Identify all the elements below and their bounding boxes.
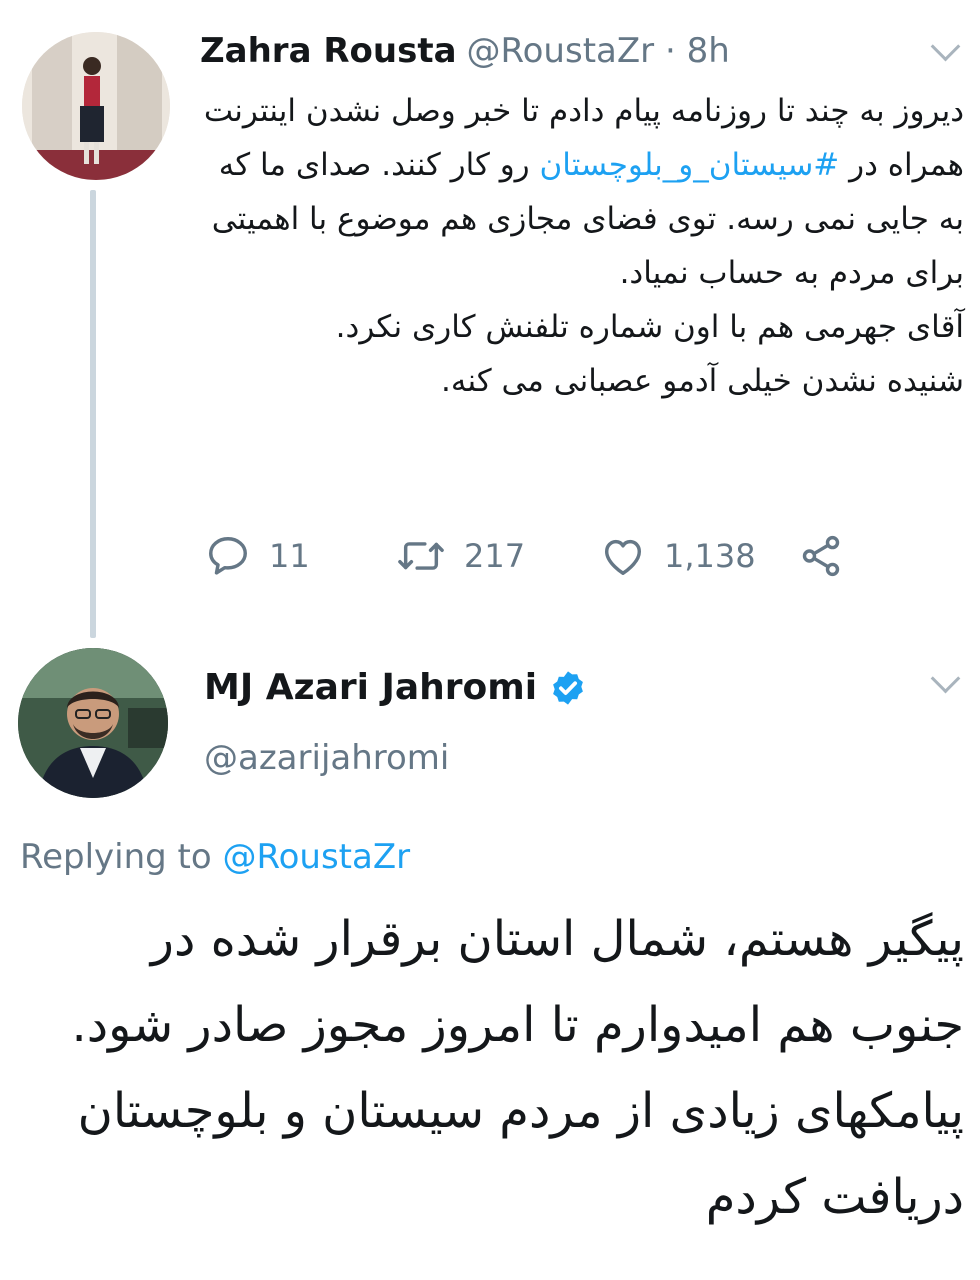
- tweet-header: MJ Azari Jahromi: [204, 660, 587, 716]
- avatar[interactable]: [22, 32, 170, 180]
- chevron-down-icon[interactable]: [930, 31, 961, 62]
- reply-icon: [209, 537, 247, 575]
- retweet-count: 217: [464, 537, 526, 575]
- author-handle[interactable]: @azarijahromi: [204, 732, 449, 784]
- avatar[interactable]: [18, 648, 168, 798]
- heart-icon: [604, 539, 642, 575]
- retweet-icon: [398, 542, 444, 570]
- tweet-paragraph: شنیده نشدن خیلی آدمو عصبانی می کنه.: [441, 363, 964, 399]
- chevron-down-icon[interactable]: [930, 663, 961, 694]
- reply-button[interactable]: 11: [205, 528, 310, 584]
- hashtag-link[interactable]: #سیستان_و_بلوچستان: [539, 147, 839, 183]
- share-icon: [802, 535, 840, 577]
- tweet-paragraph: دیروز به چند تا روزنامه پیام دادم تا خبر…: [196, 84, 964, 300]
- avatar-photo: [18, 648, 168, 798]
- tweet-header: Zahra Rousta @RoustaZr · 8h: [200, 26, 730, 76]
- like-button[interactable]: 1,138: [600, 528, 756, 584]
- tweet-paragraph: آقای جهرمی هم با اون شماره تلفنش کاری نک…: [335, 309, 964, 345]
- author-name[interactable]: Zahra Rousta: [200, 31, 457, 71]
- thread-line: [90, 190, 96, 638]
- retweet-button[interactable]: 217: [396, 528, 525, 584]
- replying-prefix: Replying to: [20, 837, 223, 877]
- tweet-text: پیگیر هستم، شمال استان برقرار شده در جنو…: [71, 911, 964, 1225]
- avatar-photo: [22, 32, 170, 180]
- reply-count: 11: [269, 537, 310, 575]
- replying-handle-link[interactable]: @RoustaZr: [223, 837, 411, 877]
- replying-to: Replying to @RoustaZr: [20, 832, 410, 882]
- like-count: 1,138: [664, 537, 756, 575]
- author-handle[interactable]: @RoustaZr: [467, 31, 655, 71]
- timestamp[interactable]: 8h: [687, 31, 730, 71]
- separator: ·: [664, 31, 676, 71]
- verified-badge-icon: [553, 671, 584, 705]
- share-button[interactable]: [798, 528, 844, 584]
- author-name[interactable]: MJ Azari Jahromi: [204, 660, 537, 716]
- tweet-text: دیروز به چند تا روزنامه پیام دادم تا خبر…: [196, 84, 964, 408]
